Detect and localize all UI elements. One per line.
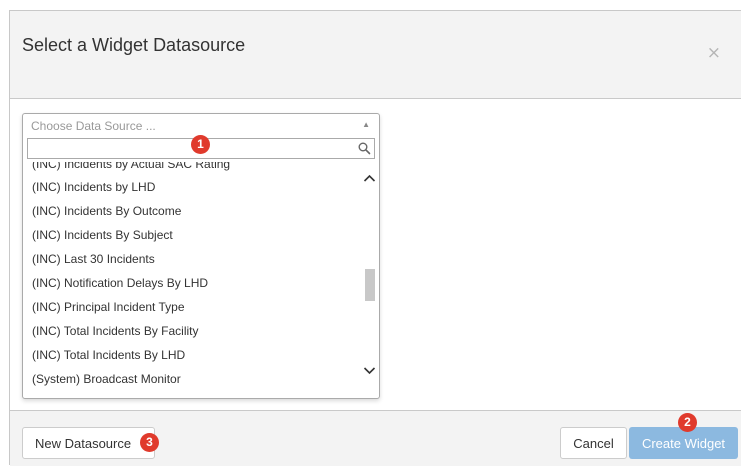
list-item[interactable]: (INC) Incidents by Actual SAC Rating bbox=[24, 162, 358, 175]
dialog-title: Select a Widget Datasource bbox=[22, 35, 246, 55]
search-icon bbox=[358, 142, 371, 155]
caret-up-icon[interactable]: ▲ bbox=[362, 120, 370, 129]
list-item[interactable]: (System) Broadcast Monitor bbox=[24, 367, 358, 391]
dialog-body: Choose Data Source ... ▲ (INC) Incidents… bbox=[10, 99, 741, 410]
datasource-options-list: (INC) Incidents by Actual SAC Rating (IN… bbox=[24, 162, 358, 396]
scroll-thumb[interactable] bbox=[365, 269, 375, 301]
step-badge-2: 2 bbox=[678, 413, 697, 432]
select-placeholder[interactable]: Choose Data Source ... bbox=[31, 119, 156, 133]
list-item[interactable]: (INC) Incidents By Outcome bbox=[24, 199, 358, 223]
new-datasource-button[interactable]: New Datasource bbox=[22, 427, 155, 459]
list-item[interactable]: (INC) Total Incidents By Facility bbox=[24, 319, 358, 343]
cancel-button[interactable]: Cancel bbox=[560, 427, 627, 459]
create-widget-button[interactable]: Create Widget bbox=[629, 427, 738, 459]
list-item[interactable]: (INC) Principal Incident Type bbox=[24, 295, 358, 319]
chevron-down-icon[interactable] bbox=[361, 362, 378, 379]
dialog-header: Select a Widget Datasource × bbox=[10, 11, 741, 99]
datasource-select[interactable]: Choose Data Source ... ▲ (INC) Incidents… bbox=[22, 113, 380, 399]
step-badge-1: 1 bbox=[191, 135, 210, 154]
list-item[interactable]: (INC) Incidents by LHD bbox=[24, 175, 358, 199]
chevron-up-icon[interactable] bbox=[361, 170, 378, 187]
list-item[interactable]: (INC) Total Incidents By LHD bbox=[24, 343, 358, 367]
close-icon[interactable]: × bbox=[707, 45, 721, 62]
dialog-footer: New Datasource 3 Cancel Create Widget 2 bbox=[10, 410, 741, 466]
options-scrollbar[interactable] bbox=[361, 162, 378, 396]
list-item[interactable]: (INC) Incidents By Subject bbox=[24, 223, 358, 247]
list-item[interactable]: (INC) Notification Delays By LHD bbox=[24, 271, 358, 295]
step-badge-3: 3 bbox=[140, 433, 159, 452]
list-item[interactable]: (INC) Last 30 Incidents bbox=[24, 247, 358, 271]
widget-datasource-dialog: Select a Widget Datasource × Choose Data… bbox=[9, 10, 741, 466]
